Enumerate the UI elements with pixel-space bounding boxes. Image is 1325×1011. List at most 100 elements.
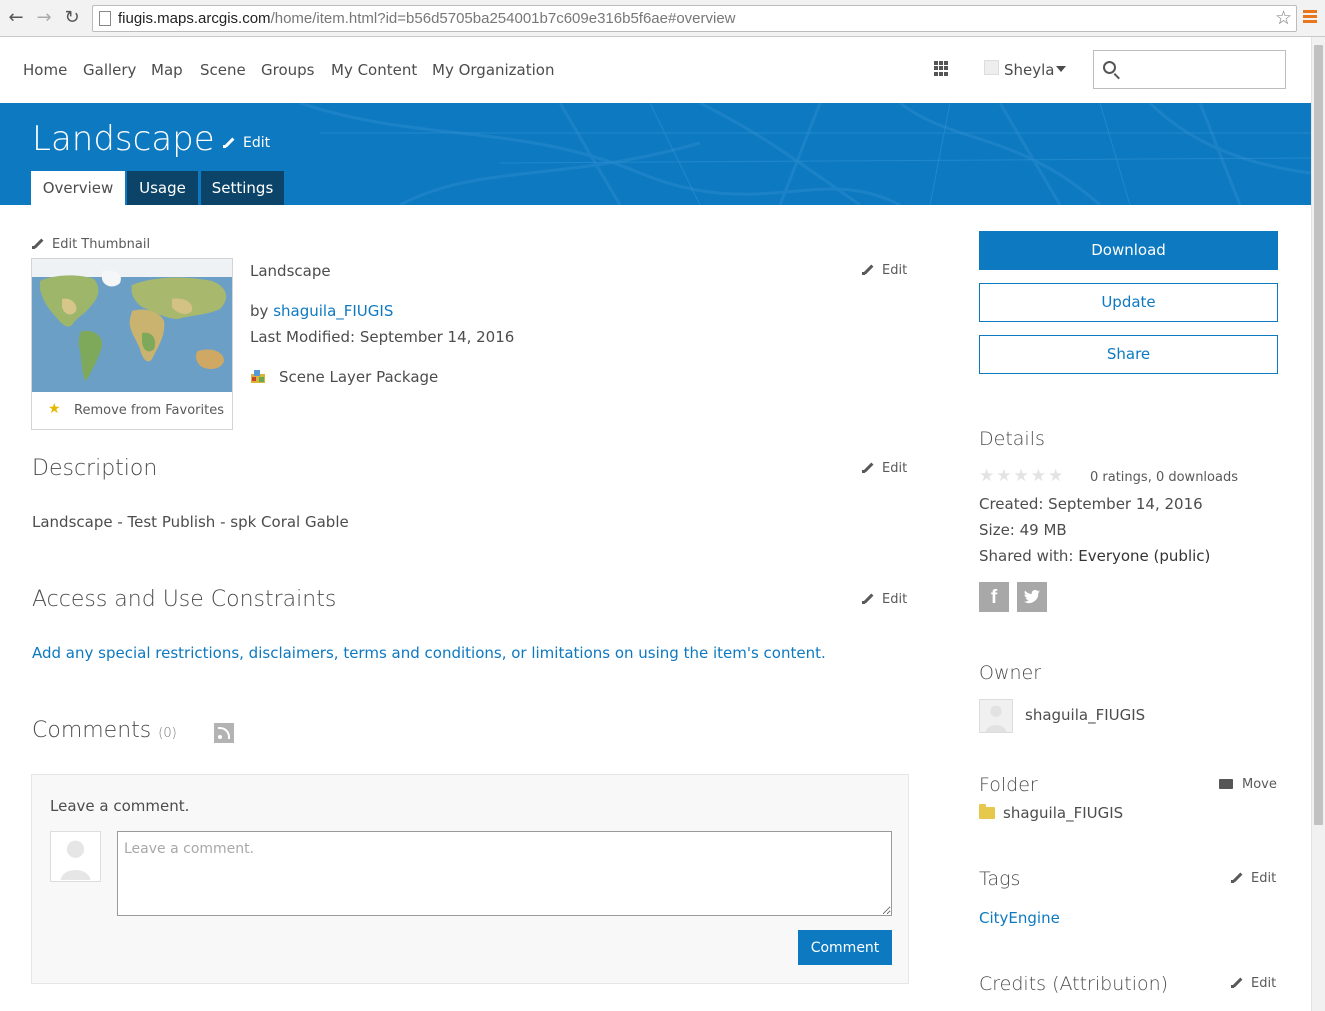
pencil-icon <box>1231 871 1243 883</box>
folder-heading: Folder <box>979 774 1038 796</box>
url-host: fiugis.maps.arcgis.com <box>118 10 271 27</box>
rss-icon[interactable] <box>214 723 234 743</box>
item-type: Scene Layer Package <box>279 368 439 386</box>
comment-form: Leave a comment. Comment <box>31 774 909 984</box>
pencil-icon <box>862 461 874 473</box>
back-icon[interactable]: ← <box>6 8 26 28</box>
apps-grid-icon[interactable] <box>934 61 949 76</box>
page-icon <box>99 11 111 26</box>
pencil-icon <box>1231 976 1243 988</box>
page-scrollbar[interactable] <box>1311 37 1325 1011</box>
ratings-summary: 0 ratings, 0 downloads <box>1090 470 1238 485</box>
comments-count: (0) <box>158 726 177 741</box>
pencil-icon <box>862 263 874 275</box>
tab-overview[interactable]: Overview <box>31 171 125 205</box>
comments-heading-label: Comments <box>32 718 152 743</box>
browser-menu-icon[interactable] <box>1303 10 1317 24</box>
item-edit-button[interactable]: Edit <box>862 263 907 278</box>
edit-label: Edit <box>243 135 271 151</box>
details-heading: Details <box>979 428 1045 450</box>
edit-label: Edit <box>1251 871 1277 886</box>
search-input[interactable] <box>1093 50 1286 89</box>
shared-with: Shared with: Everyone (public) <box>979 547 1210 565</box>
created-date: Created: September 14, 2016 <box>979 495 1203 513</box>
constraints-heading: Access and Use Constraints <box>32 587 337 612</box>
credits-heading: Credits (Attribution) <box>979 973 1169 995</box>
shared-with-label: Shared with: <box>979 547 1074 565</box>
browser-toolbar: ← → ↻ fiugis.maps.arcgis.com/home/item.h… <box>0 0 1325 37</box>
owner-avatar[interactable] <box>979 699 1013 733</box>
last-modified: Last Modified: September 14, 2016 <box>250 328 515 346</box>
thumbnail-image <box>32 259 232 392</box>
item-size: Size: 49 MB <box>979 521 1067 539</box>
thumbnail-card: ★ Remove from Favorites <box>31 258 233 430</box>
nav-groups[interactable]: Groups <box>261 61 314 79</box>
nav-home[interactable]: Home <box>23 61 67 79</box>
twitter-icon[interactable] <box>1017 582 1047 612</box>
description-edit-button[interactable]: Edit <box>862 461 907 476</box>
folder-icon <box>979 804 995 819</box>
tags-heading: Tags <box>979 868 1021 890</box>
update-button[interactable]: Update <box>979 283 1278 322</box>
edit-label: Edit <box>1251 976 1277 991</box>
edit-label: Edit <box>882 263 908 278</box>
user-avatar[interactable] <box>984 60 999 75</box>
comments-heading: Comments (0) <box>32 718 177 743</box>
caret-down-icon[interactable] <box>1056 66 1066 72</box>
owner-heading: Owner <box>979 662 1042 684</box>
user-menu[interactable]: Sheyla <box>1004 61 1055 79</box>
item-owner-line: by shaguila_FIUGIS <box>250 302 393 320</box>
tag-cityengine[interactable]: CityEngine <box>979 909 1060 927</box>
description-heading: Description <box>32 456 158 481</box>
comment-avatar <box>50 831 101 882</box>
nav-scene[interactable]: Scene <box>200 61 246 79</box>
search-icon[interactable] <box>1103 61 1116 74</box>
favorite-star-icon[interactable]: ★ <box>48 401 61 417</box>
download-button[interactable]: Download <box>979 231 1278 270</box>
move-button[interactable]: Move <box>1219 777 1277 792</box>
move-label: Move <box>1242 777 1277 792</box>
bookmark-star-icon[interactable]: ☆ <box>1275 6 1292 31</box>
comment-input[interactable] <box>117 831 892 916</box>
pencil-icon <box>862 592 874 604</box>
owner-name[interactable]: shaguila_FIUGIS <box>1025 706 1145 724</box>
add-constraints-link[interactable]: Add any special restrictions, disclaimer… <box>32 644 826 662</box>
scene-layer-package-icon <box>251 370 265 383</box>
nav-my-content[interactable]: My Content <box>331 61 417 79</box>
tab-settings[interactable]: Settings <box>201 171 284 205</box>
url-path: /home/item.html?id=b56d5705ba254001b7c60… <box>270 10 736 27</box>
nav-map[interactable]: Map <box>151 61 183 79</box>
forward-icon[interactable]: → <box>34 8 54 28</box>
address-bar[interactable]: fiugis.maps.arcgis.com/home/item.html?id… <box>92 5 1297 32</box>
reload-icon[interactable]: ↻ <box>62 8 82 28</box>
constraints-edit-button[interactable]: Edit <box>862 592 907 607</box>
edit-label: Edit <box>882 461 908 476</box>
edit-thumbnail-label: Edit Thumbnail <box>52 237 151 252</box>
title-edit-button[interactable]: Edit <box>223 135 270 151</box>
share-button[interactable]: Share <box>979 335 1278 374</box>
move-icon <box>1219 779 1233 789</box>
remove-favorite-button[interactable]: Remove from Favorites <box>74 403 224 418</box>
pencil-icon <box>32 237 44 249</box>
page-title: Landscape <box>32 119 215 159</box>
pencil-icon <box>223 136 235 148</box>
comment-form-title: Leave a comment. <box>50 797 190 815</box>
rating-stars[interactable]: ★★★★★ <box>979 466 1065 486</box>
scrollbar-thumb[interactable] <box>1314 45 1323 825</box>
folder-name: shaguila_FIUGIS <box>1003 804 1124 822</box>
credits-edit-button[interactable]: Edit <box>1231 976 1276 991</box>
nav-gallery[interactable]: Gallery <box>83 61 136 79</box>
item-title: Landscape <box>250 262 331 280</box>
facebook-icon[interactable]: f <box>979 582 1009 612</box>
shared-with-value: Everyone (public) <box>1078 547 1211 565</box>
owner-link[interactable]: shaguila_FIUGIS <box>273 302 393 320</box>
nav-my-organization[interactable]: My Organization <box>432 61 554 79</box>
item-header-banner: Landscape Edit Overview Usage Settings <box>0 103 1311 205</box>
comment-submit-button[interactable]: Comment <box>798 930 892 965</box>
edit-thumbnail-button[interactable]: Edit Thumbnail <box>32 237 150 252</box>
tags-edit-button[interactable]: Edit <box>1231 871 1276 886</box>
by-label: by <box>250 302 269 320</box>
description-text: Landscape - Test Publish - spk Coral Gab… <box>32 513 349 531</box>
edit-label: Edit <box>882 592 908 607</box>
tab-usage[interactable]: Usage <box>127 171 198 205</box>
